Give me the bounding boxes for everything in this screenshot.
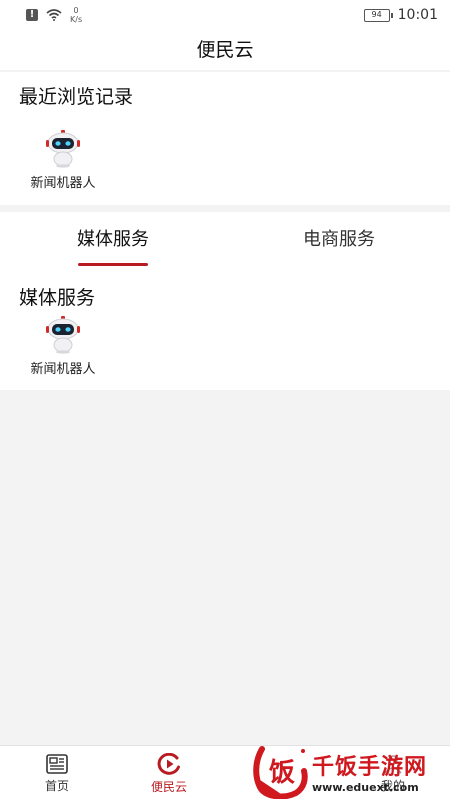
page-title: 便民云	[196, 39, 254, 61]
watermark-url: www.eduext.com	[312, 780, 419, 794]
media-section-title: 媒体服务	[19, 287, 96, 309]
service-item-label: 新闻机器人	[30, 362, 96, 377]
alert-icon: !	[26, 9, 38, 21]
service-item-news-robot[interactable]: 新闻机器人	[18, 316, 108, 377]
recent-item-news-robot[interactable]: 新闻机器人	[18, 130, 108, 191]
newspaper-icon	[46, 753, 68, 774]
status-bar: ! 0 K/s 94 10:01	[0, 0, 450, 30]
nav-label-home: 首页	[44, 778, 69, 793]
nav-item-convenience-cloud[interactable]: 便民云	[124, 746, 214, 800]
watermark-logo: 饭	[253, 746, 308, 799]
watermark-text: 千饭手游网	[312, 754, 428, 780]
clock: 10:01	[397, 7, 438, 23]
recent-history-card: 最近浏览记录 新闻机器人	[0, 72, 450, 205]
status-left: ! 0 K/s	[26, 6, 82, 24]
page-title-bar: 便民云	[0, 30, 450, 70]
robot-icon	[46, 316, 80, 354]
watermark: 饭 千饭手游网 www.eduext.com	[252, 742, 442, 800]
status-right: 94 10:01	[363, 7, 438, 23]
wifi-icon	[46, 9, 62, 21]
watermark-glyph: 饭	[269, 758, 295, 788]
network-speed-value: 0	[73, 6, 79, 15]
services-card: 媒体服务 电商服务 媒体服务 新闻机器人	[0, 212, 450, 390]
active-tab-indicator	[78, 263, 148, 266]
nav-label-convenience-cloud: 便民云	[150, 779, 187, 794]
battery-level: 94	[371, 9, 382, 19]
network-speed: 0 K/s	[70, 6, 82, 24]
nav-item-home[interactable]: 首页	[12, 746, 102, 800]
recent-item-label: 新闻机器人	[30, 176, 96, 191]
tab-media-services[interactable]: 媒体服务	[50, 212, 176, 268]
watermark-text-block: 千饭手游网 www.eduext.com	[312, 749, 427, 794]
tab-ecommerce-services[interactable]: 电商服务	[276, 212, 402, 268]
service-tabs: 媒体服务 电商服务	[0, 212, 450, 268]
recent-history-title: 最近浏览记录	[19, 86, 134, 108]
play-circle-icon	[157, 752, 180, 775]
battery-icon: 94	[363, 8, 393, 22]
robot-icon	[46, 130, 80, 168]
network-speed-unit: K/s	[70, 15, 83, 24]
